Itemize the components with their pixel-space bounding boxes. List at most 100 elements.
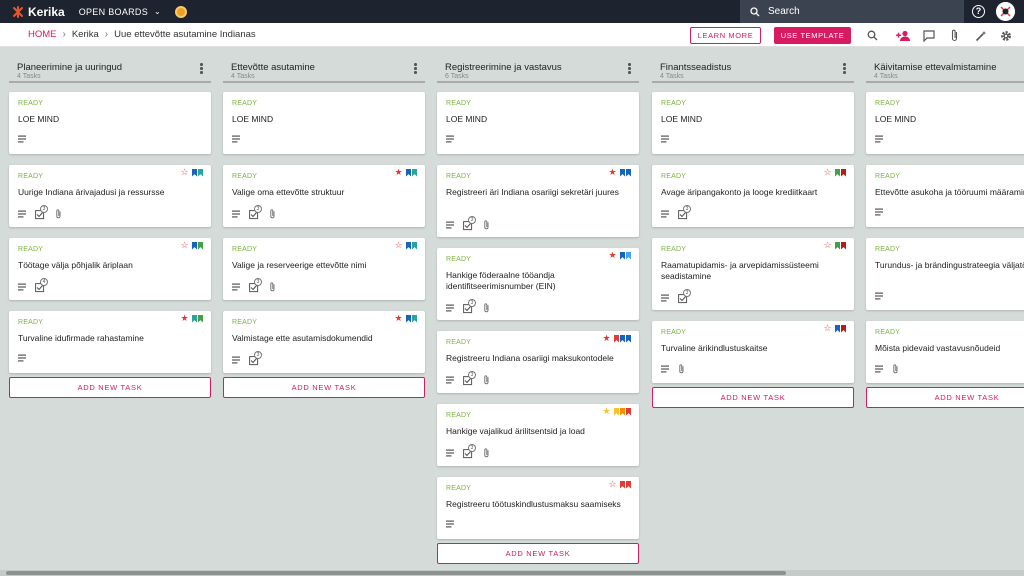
- task-card[interactable]: READY LOE MIND: [652, 92, 854, 154]
- task-card[interactable]: READY Valige ja reserveerige ettevõtte ni…: [223, 238, 425, 300]
- star-icon[interactable]: ★: [608, 251, 617, 260]
- task-card[interactable]: READY Registreeru Indiana osariigi maksuk…: [437, 331, 639, 393]
- task-card[interactable]: READY LOE MIND: [223, 92, 425, 154]
- star-icon[interactable]: ★: [602, 334, 611, 343]
- breadcrumb-org[interactable]: Kerika: [72, 29, 99, 40]
- task-card[interactable]: READY Registreeru töötuskindlustusmaksu s…: [437, 477, 639, 539]
- checklist-count: 3: [683, 205, 691, 213]
- more-vert-icon[interactable]: [414, 63, 417, 74]
- task-card[interactable]: READY Valmistage ette asutamisdokumendid ★…: [223, 311, 425, 373]
- column-title[interactable]: Käivitamise ettevalmistamine: [874, 62, 997, 73]
- board-status-icon[interactable]: [175, 5, 188, 18]
- star-icon[interactable]: ★: [180, 314, 189, 323]
- task-icons: 3: [446, 299, 490, 314]
- task-tags: ☆: [823, 241, 846, 250]
- task-title: Turvaline idufirmade rahastamine: [18, 333, 144, 343]
- task-card[interactable]: READY Turvaline ärikindlustuskaitse ☆: [652, 321, 854, 383]
- task-icons: 3: [232, 278, 276, 293]
- task-card[interactable]: READY Turundus- ja brändingustrateegia vä…: [866, 238, 1024, 310]
- task-card[interactable]: READY LOE MIND: [437, 92, 639, 154]
- task-icons: [875, 292, 884, 300]
- add-person-icon[interactable]: [895, 29, 911, 42]
- help-icon[interactable]: ?: [972, 5, 985, 18]
- add-new-task-button[interactable]: ADD NEW TASK: [437, 543, 639, 564]
- column-title[interactable]: Registreerimine ja vastavus: [445, 62, 562, 73]
- more-vert-icon[interactable]: [843, 63, 846, 74]
- avatar[interactable]: [996, 2, 1015, 21]
- task-status: READY: [446, 173, 472, 180]
- star-icon[interactable]: ★: [394, 314, 403, 323]
- task-card[interactable]: READY LOE MIND: [9, 92, 211, 154]
- column-title[interactable]: Planeerimine ja uuringud: [17, 62, 122, 73]
- task-title: Valige ja reserveerige ettevõtte nimi: [232, 260, 367, 270]
- star-outline-icon[interactable]: ☆: [180, 241, 189, 250]
- task-icons: [18, 354, 27, 362]
- horizontal-scrollbar-thumb[interactable]: [6, 571, 786, 575]
- search-box[interactable]: Search: [740, 0, 964, 23]
- task-card[interactable]: READY Ettevõtte asukoha ja tööruumi määra…: [866, 165, 1024, 227]
- tag-flag-icon: [626, 480, 631, 489]
- task-card[interactable]: READY Hankige vajalikud ärilitsentsid ja …: [437, 404, 639, 466]
- task-status: READY: [446, 256, 472, 263]
- task-card[interactable]: READY Töötage välja põhjalik äriplaan ☆ 4: [9, 238, 211, 300]
- tag-flag-icon: [412, 168, 417, 177]
- star-outline-icon[interactable]: ☆: [394, 241, 403, 250]
- description-icon: [446, 135, 454, 143]
- star-outline-icon[interactable]: ☆: [823, 168, 832, 177]
- breadcrumb-home[interactable]: HOME: [28, 29, 57, 40]
- checklist-count: 3: [468, 216, 476, 224]
- task-tags: ★: [602, 407, 631, 416]
- star-icon[interactable]: ★: [394, 168, 403, 177]
- more-vert-icon[interactable]: [628, 63, 631, 74]
- attachment-icon: [270, 281, 275, 291]
- use-template-button[interactable]: USE TEMPLATE: [774, 27, 851, 44]
- add-new-task-button[interactable]: ADD NEW TASK: [223, 377, 425, 398]
- star-outline-icon[interactable]: ☆: [608, 480, 617, 489]
- attachment-icon[interactable]: [948, 29, 961, 42]
- task-card[interactable]: READY LOE MIND: [866, 92, 1024, 154]
- star-icon[interactable]: ★: [602, 407, 611, 416]
- star-outline-icon[interactable]: ☆: [180, 168, 189, 177]
- column-title[interactable]: Finantsseadistus: [660, 62, 731, 73]
- learn-more-button[interactable]: LEARN MORE: [690, 27, 761, 44]
- search-icon[interactable]: [866, 29, 879, 42]
- task-status: READY: [661, 100, 687, 107]
- add-new-task-button[interactable]: ADD NEW TASK: [866, 387, 1024, 408]
- checklist-icon: 3: [463, 299, 476, 314]
- task-status: READY: [446, 339, 472, 346]
- task-title: Registreeru Indiana osariigi maksukontod…: [446, 353, 614, 363]
- description-icon: [232, 135, 240, 143]
- star-outline-icon[interactable]: ☆: [823, 241, 832, 250]
- settings-gear-icon[interactable]: [999, 29, 1012, 42]
- board-column: Planeerimine ja uuringud 4 Tasks READY LOE …: [9, 58, 211, 398]
- wand-icon[interactable]: [974, 29, 987, 42]
- tag-flag-icon: [620, 407, 625, 416]
- add-new-task-button[interactable]: ADD NEW TASK: [652, 387, 854, 408]
- checklist-icon: 3: [678, 205, 691, 220]
- more-vert-icon[interactable]: [200, 63, 203, 74]
- add-new-task-button[interactable]: ADD NEW TASK: [9, 377, 211, 398]
- description-icon: [875, 365, 883, 373]
- task-card[interactable]: READY Mõista pidevaid vastavusnõudeid: [866, 321, 1024, 383]
- task-card[interactable]: READY Turvaline idufirmade rahastamine ★: [9, 311, 211, 373]
- column-title[interactable]: Ettevõtte asutamine: [231, 62, 315, 73]
- task-card[interactable]: READY Avage äripangakonto ja looge kredii…: [652, 165, 854, 227]
- kerika-logo[interactable]: Kerika: [12, 5, 65, 19]
- task-card[interactable]: READY Registreeri äri Indiana osariigi se…: [437, 165, 639, 237]
- star-outline-icon[interactable]: ☆: [823, 324, 832, 333]
- column-header: Planeerimine ja uuringud 4 Tasks: [9, 58, 211, 83]
- task-icons: 3: [18, 205, 62, 220]
- checklist-count: 3: [254, 351, 262, 359]
- task-status: READY: [232, 246, 258, 253]
- task-icons: [661, 364, 685, 374]
- task-status: READY: [875, 100, 901, 107]
- chat-icon[interactable]: [922, 29, 935, 42]
- task-card[interactable]: READY Valige oma ettevõtte struktuur ★ 3: [223, 165, 425, 227]
- task-status: READY: [661, 329, 687, 336]
- description-icon: [661, 135, 669, 143]
- task-card[interactable]: READY Uurige Indiana ärivajadusi ja ressu…: [9, 165, 211, 227]
- star-icon[interactable]: ★: [608, 168, 617, 177]
- task-card[interactable]: READY Raamatupidamis- ja arvepidamissüste…: [652, 238, 854, 310]
- open-boards-menu[interactable]: OPEN BOARDS ⌄: [79, 7, 161, 17]
- task-card[interactable]: READY Hankige föderaalne tööandja identif…: [437, 248, 639, 320]
